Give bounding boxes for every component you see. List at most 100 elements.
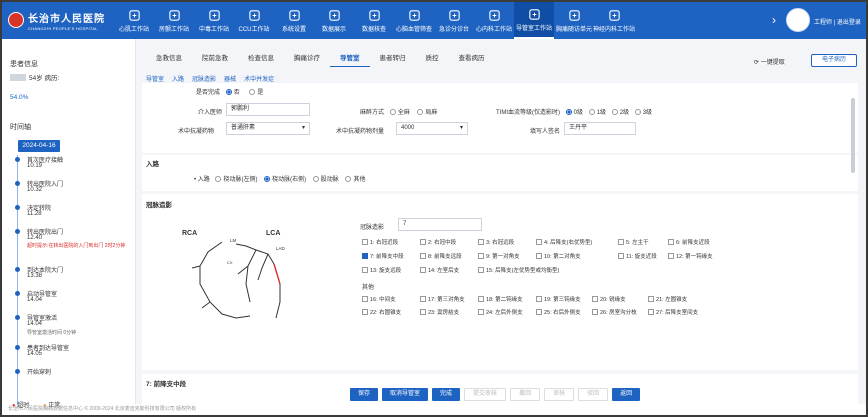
- vessel-checkbox[interactable]: 24: 左后外侧支: [478, 308, 523, 316]
- checkbox[interactable]: [362, 296, 368, 302]
- vessel-checkbox[interactable]: 3: 右冠远段: [478, 238, 514, 246]
- vessel-checkbox[interactable]: 1: 右冠近段: [362, 238, 398, 246]
- radio-timi-0[interactable]: [565, 109, 572, 115]
- radio-timi-3[interactable]: [634, 109, 641, 115]
- main-tab[interactable]: 胸痛诊疗: [284, 53, 330, 67]
- intervene-doctor-input[interactable]: 郭鹏利: [226, 103, 310, 116]
- vessel-checkbox[interactable]: 9: 第一对角支: [478, 252, 520, 260]
- vessel-checkbox[interactable]: 16: 中间支: [362, 295, 396, 303]
- checkbox[interactable]: [420, 296, 426, 302]
- checkbox[interactable]: [536, 309, 542, 315]
- nav-item[interactable]: 数据展示: [314, 2, 354, 39]
- vessel-checkbox[interactable]: 2: 右冠中段: [420, 238, 456, 246]
- checkbox[interactable]: [362, 267, 368, 273]
- vessel-checkbox[interactable]: 21: 左圆锥支: [648, 295, 687, 303]
- main-tab[interactable]: 急救信息: [146, 53, 192, 67]
- emr-button[interactable]: 电子病历: [811, 54, 857, 67]
- vessel-checkbox[interactable]: 18: 第二钝缘支: [478, 295, 523, 303]
- checkbox[interactable]: [648, 309, 654, 315]
- vessel-checkbox[interactable]: 5: 左主干: [618, 238, 649, 246]
- vessel-checkbox[interactable]: 15: 后降支(左优势型或均衡型): [478, 266, 559, 274]
- chevron-right-icon[interactable]: ›: [772, 13, 776, 27]
- signature-input[interactable]: 王丹平: [564, 122, 636, 135]
- vessel-checkbox[interactable]: 20: 锐缘支: [592, 295, 626, 303]
- vessel-checkbox[interactable]: 25: 右后外侧支: [536, 308, 581, 316]
- angio-count-input[interactable]: 7: [398, 218, 482, 231]
- checkbox[interactable]: [668, 239, 674, 245]
- radio-femoral[interactable]: [312, 176, 319, 182]
- nav-item[interactable]: 数据核查: [354, 2, 394, 39]
- extract-button[interactable]: ⟳ 一键提取: [754, 57, 785, 66]
- checkbox[interactable]: [592, 309, 598, 315]
- nav-item[interactable]: 胸痛随访单元: [554, 2, 594, 39]
- checkbox[interactable]: [478, 309, 484, 315]
- checkbox[interactable]: [478, 253, 484, 259]
- checkbox[interactable]: [362, 239, 368, 245]
- vessel-checkbox[interactable]: 23: 窦房结支: [420, 308, 459, 316]
- vessel-checkbox[interactable]: 22: 右圆锥支: [362, 308, 401, 316]
- nav-item[interactable]: 导管室工作站: [514, 2, 554, 39]
- sub-tab[interactable]: 术中并发症: [244, 74, 274, 83]
- radio-timi-2[interactable]: [611, 109, 618, 115]
- radio-yes[interactable]: [249, 89, 256, 95]
- radio-general-anesthesia[interactable]: [389, 109, 396, 115]
- main-tab[interactable]: 检查信息: [238, 53, 284, 67]
- checkbox[interactable]: [362, 309, 368, 315]
- nav-item[interactable]: 急诊分诊台: [434, 2, 474, 39]
- timeline-date[interactable]: 2024-04-16: [18, 140, 60, 152]
- nav-item[interactable]: 中毒工作站: [194, 2, 234, 39]
- action-button[interactable]: 完成: [432, 388, 461, 401]
- checkbox[interactable]: [536, 253, 542, 259]
- vessel-checkbox[interactable]: 14: 左室后支: [420, 266, 459, 274]
- vessel-checkbox[interactable]: 12: 第一钝缘支: [668, 252, 713, 260]
- radio-other[interactable]: [345, 176, 352, 182]
- checkbox[interactable]: [668, 253, 674, 259]
- nav-item[interactable]: 房颤工作站: [154, 2, 194, 39]
- action-button[interactable]: 驳回: [578, 388, 609, 401]
- vessel-checkbox[interactable]: 27: 后降支室间支: [648, 308, 698, 316]
- action-button[interactable]: 返回: [612, 388, 641, 401]
- user-menu[interactable]: 工程师 | 退出登录: [814, 17, 861, 26]
- radio-radial-right[interactable]: [264, 176, 271, 182]
- checkbox[interactable]: [478, 296, 484, 302]
- vessel-checkbox[interactable]: 13: 旋支远段: [362, 266, 401, 274]
- main-tab[interactable]: 质控: [416, 53, 449, 67]
- nav-item[interactable]: 心肌工作站: [114, 2, 154, 39]
- vessel-checkbox[interactable]: 10: 第二对角支: [536, 252, 581, 260]
- vessel-checkbox[interactable]: 6: 前降支近段: [668, 238, 710, 246]
- checkbox[interactable]: [420, 267, 426, 273]
- sub-tab[interactable]: 冠脉造影: [192, 74, 216, 83]
- checkbox[interactable]: [420, 309, 426, 315]
- checkbox[interactable]: [648, 296, 654, 302]
- radio-no[interactable]: [225, 89, 232, 95]
- anticoagulant-select[interactable]: 普通肝素 ▾: [226, 122, 310, 135]
- radio-timi-1[interactable]: [588, 109, 595, 115]
- action-button[interactable]: 提交审核: [464, 388, 507, 401]
- sub-tab[interactable]: 导管室: [146, 74, 164, 83]
- anticoagulant-dose-select[interactable]: 4000 ▾: [396, 122, 468, 135]
- radio-local-anesthesia[interactable]: [417, 109, 424, 115]
- checkbox[interactable]: [362, 253, 368, 259]
- nav-item[interactable]: 系统设置: [274, 2, 314, 39]
- vertical-scrollbar[interactable]: [851, 98, 855, 173]
- checkbox[interactable]: [420, 253, 426, 259]
- checkbox[interactable]: [618, 239, 624, 245]
- vessel-checkbox[interactable]: 19: 第三钝缘支: [536, 295, 581, 303]
- checkbox[interactable]: [592, 296, 598, 302]
- nav-item[interactable]: 神经内科工作站: [593, 2, 635, 39]
- radio-radial-left[interactable]: [215, 176, 222, 182]
- nav-item[interactable]: 心脑血管筛查: [394, 2, 434, 39]
- vessel-checkbox[interactable]: 8: 前降支远段: [420, 252, 462, 260]
- nav-item[interactable]: CCU工作站: [234, 2, 274, 39]
- checkbox[interactable]: [536, 296, 542, 302]
- action-button[interactable]: 撤回: [510, 388, 541, 401]
- main-tab[interactable]: 查看病历: [449, 53, 495, 67]
- action-button[interactable]: 审核: [544, 388, 575, 401]
- sub-tab[interactable]: 入路: [172, 74, 184, 83]
- checkbox[interactable]: [478, 267, 484, 273]
- checkbox[interactable]: [420, 239, 426, 245]
- main-tab[interactable]: 院前急救: [192, 53, 238, 67]
- action-button[interactable]: 保存: [350, 388, 379, 401]
- checkbox[interactable]: [536, 239, 542, 245]
- vessel-checkbox[interactable]: 17: 第三对角支: [420, 295, 465, 303]
